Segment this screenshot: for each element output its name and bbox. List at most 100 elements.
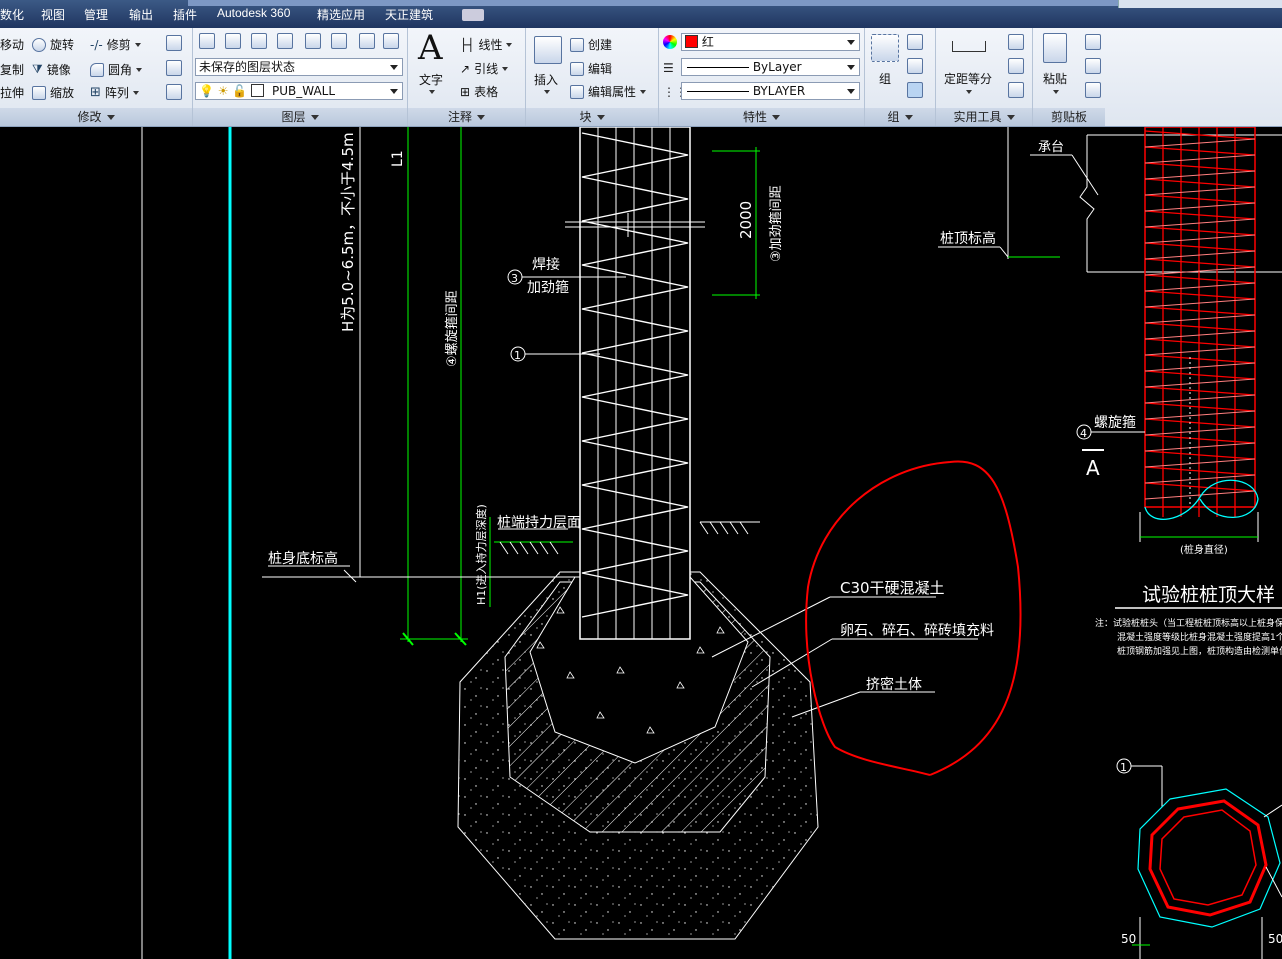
menu-output[interactable]: 输出 [129,6,153,23]
explode-icon[interactable] [166,60,182,76]
menu-digitize[interactable]: 数化 [0,6,24,23]
quick-select-icon[interactable] [1008,34,1024,50]
create-block-button[interactable]: 创建 [570,36,612,53]
menu-manage[interactable]: 管理 [84,6,108,23]
layer-lock-icon[interactable] [359,33,375,49]
create-block-icon [570,37,584,52]
svg-text:1: 1 [1120,761,1127,774]
measure-button[interactable]: 定距等分 [944,70,992,87]
pink-spiral-segment [1144,378,1256,388]
copy-clip-icon[interactable] [1085,58,1101,74]
bearing-layer-label: 桩端持力层面 [497,514,581,531]
group-button[interactable]: 组 [879,70,891,87]
layer-select[interactable]: 💡 ☀ 🔓 PUB_WALL [195,82,403,100]
search-box[interactable] [1118,0,1282,8]
scale-icon [32,85,46,100]
text-button[interactable]: 文字 [419,71,443,88]
leader-button[interactable]: ↗ 引线 [460,60,509,77]
linetype-select[interactable]: BYLAYER [681,82,860,100]
insert-button[interactable]: 插入 [534,71,558,88]
group-icon[interactable] [871,34,899,62]
mirror-button[interactable]: ⧩ 镜像 [32,61,71,78]
erase-icon[interactable] [166,35,182,51]
pink-spiral-segment [1144,314,1256,324]
color-select[interactable]: 红 [681,33,860,51]
red-spiral-segment [1144,354,1256,364]
copy-button[interactable]: 复制 [0,61,24,78]
svg-text:1: 1 [514,349,521,362]
fillet-button[interactable]: 圆角 [90,61,143,78]
table-button[interactable]: ⊞ 表格 [460,83,498,100]
layer-isolate-icon[interactable] [277,33,293,49]
trim-button[interactable]: -/- 修剪 [90,36,141,53]
panel-title-modify[interactable]: 修改 [0,108,192,126]
pink-spiral-segment [1144,298,1256,308]
panel-title-utilities[interactable]: 实用工具 [936,108,1032,126]
group-select-icon[interactable] [907,82,923,98]
panel-title-annotation[interactable]: 注释 [408,108,525,126]
rotate-button[interactable]: 旋转 [32,36,74,53]
cut-icon[interactable] [1085,34,1101,50]
layer-state-select[interactable]: 未保存的图层状态 [195,58,403,76]
panel-modify: 移动 旋转 -/- 修剪 复制 ⧩ 镜像 圆角 拉伸 缩放 ⊞ 阵列 修改 [0,28,193,126]
panel-title-group[interactable]: 组 [865,108,935,126]
paste-icon[interactable] [1043,33,1067,63]
ungroup-icon[interactable] [907,34,923,50]
drawing-svg: H为5.0~6.5m，不小于4.5m L1 ④螺旋箍间距 H1(进入持力层深度) [141,126,1282,959]
linear-dim-button[interactable]: ├┤ 线性 [460,36,513,53]
offset-icon[interactable] [166,84,182,100]
red-spiral-segment [1144,210,1256,220]
menu-autodesk360[interactable]: Autodesk 360 [217,6,290,20]
h1-dim-text: H1(进入持力层深度) [474,504,488,605]
edit-block-button[interactable]: 编辑 [570,60,612,77]
measure-icon[interactable] [952,41,986,52]
paste-button[interactable]: 粘贴 [1043,70,1067,87]
menu-bar: 数化 视图 管理 输出 插件 Autodesk 360 精选应用 天正建筑 [0,0,1282,28]
layer-match-icon[interactable] [225,33,241,49]
insert-block-icon[interactable] [534,36,562,64]
layer-freeze-icon[interactable] [305,33,321,49]
mirror-icon: ⧩ [32,62,43,76]
group-edit-icon[interactable] [907,58,923,74]
red-spiral-segment [1144,322,1256,332]
panel-utilities: 定距等分 实用工具 [936,28,1033,126]
pink-spiral-segment [1144,474,1256,484]
scale-button[interactable]: 缩放 [32,84,74,101]
pile-diameter-label: (桩身直径) [1180,543,1228,556]
red-spiral-segment [1144,402,1256,412]
drawing-canvas[interactable]: H为5.0~6.5m，不小于4.5m L1 ④螺旋箍间距 H1(进入持力层深度) [0,126,1282,959]
rotate-icon [32,37,46,52]
panel-title-block[interactable]: 块 [526,108,658,126]
panel-title-clipboard[interactable]: 剪贴板 [1033,108,1105,126]
menu-featured-apps[interactable]: 精选应用 [317,6,365,23]
lineweight-select[interactable]: ByLayer [681,58,860,76]
red-spiral-segment [1144,434,1256,444]
layer-previous-icon[interactable] [251,33,267,49]
panel-title-properties[interactable]: 特性 [659,108,864,126]
edit-block-icon [570,61,584,76]
red-spiral-segment [1144,370,1256,380]
stretch-button[interactable]: 拉伸 [0,84,24,101]
move-button[interactable]: 移动 [0,36,24,53]
menu-plugins[interactable]: 插件 [173,6,197,23]
array-button[interactable]: ⊞ 阵列 [90,84,139,101]
menu-tangent[interactable]: 天正建筑 [385,6,433,23]
red-spiral-segment [1144,418,1256,428]
color-wheel-icon[interactable] [663,35,677,49]
layer-off-icon[interactable] [331,33,347,49]
match-properties-icon[interactable] [1085,82,1101,98]
select-all-icon[interactable] [1008,58,1024,74]
calculator-icon[interactable] [1008,82,1024,98]
lineweight-icon[interactable]: ☰ [663,61,674,75]
panel-title-layers[interactable]: 图层 [193,108,407,126]
fillet-icon [90,62,104,77]
edit-attribute-button[interactable]: 编辑属性 [570,83,647,100]
workspace-toggle-icon[interactable] [462,9,484,21]
menu-view[interactable]: 视图 [41,6,65,23]
red-spiral-segment [1144,290,1256,300]
text-icon[interactable]: A [418,28,443,68]
layer-properties-icon[interactable] [199,33,215,49]
layer-unisolate-icon[interactable] [383,33,399,49]
spiral-label: 螺旋箍 [1094,414,1136,431]
panel-group: 组 组 [865,28,936,126]
